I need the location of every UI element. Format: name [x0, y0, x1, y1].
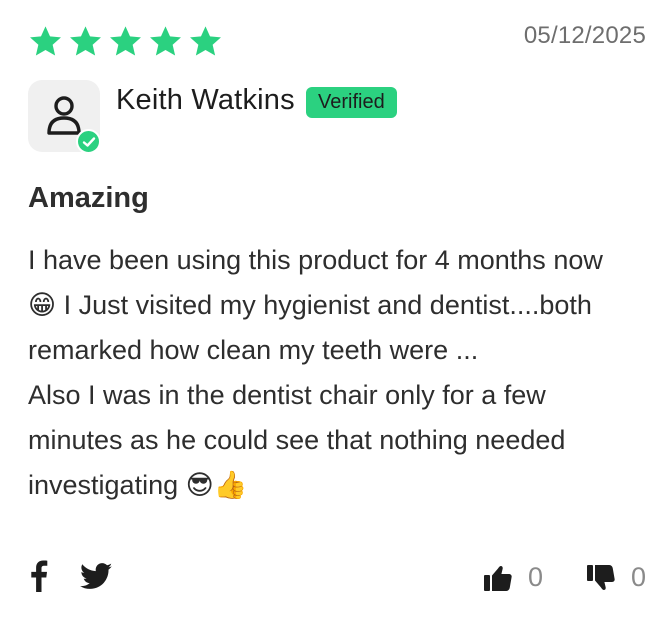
share-links: [30, 560, 113, 592]
unhelpful-count: 0: [630, 562, 646, 592]
review-title: Amazing: [28, 182, 149, 214]
review-body-line: I have been using this product for 4 mon…: [28, 245, 603, 275]
verified-badge: Verified: [306, 87, 397, 118]
review-body-line: investigating 😎👍: [28, 470, 248, 500]
review-date: 05/12/2025: [523, 22, 646, 49]
star-icon: [150, 26, 181, 56]
helpful-vote[interactable]: 0: [483, 562, 543, 593]
user-icon: [47, 96, 81, 135]
review-body-line: 😁 I Just visited my hygienist and dentis…: [28, 290, 592, 320]
helpful-count: 0: [527, 562, 543, 592]
reviewer-name: Keith Watkins: [116, 84, 295, 116]
unhelpful-vote[interactable]: 0: [586, 562, 646, 593]
review-card: 05/12/2025 Keith Watkins Verified Amazin…: [0, 0, 666, 636]
check-circle-icon: [76, 129, 101, 154]
star-icon: [110, 26, 141, 56]
vote-controls: 0 0: [483, 562, 646, 593]
star-rating: [28, 24, 223, 59]
thumbs-up-icon[interactable]: [483, 565, 512, 591]
twitter-icon[interactable]: [80, 562, 113, 590]
thumbs-down-icon[interactable]: [586, 564, 615, 591]
star-icon: [30, 26, 61, 56]
star-icon: [190, 26, 221, 56]
facebook-icon[interactable]: [30, 560, 48, 592]
review-body: I have been using this product for 4 mon…: [28, 238, 643, 508]
review-body-line: Also I was in the dentist chair only for…: [28, 380, 546, 410]
review-body-line: remarked how clean my teeth were ...: [28, 335, 479, 365]
star-icon: [70, 26, 101, 56]
review-body-line: minutes as he could see that nothing nee…: [28, 425, 566, 455]
